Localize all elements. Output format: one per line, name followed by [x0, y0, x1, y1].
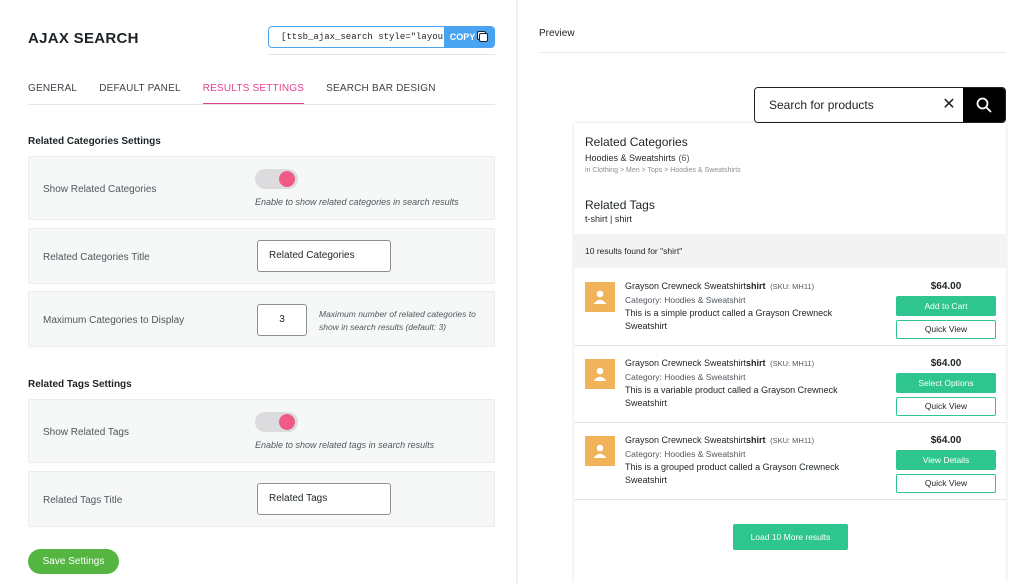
max-categories-label: Maximum Categories to Display — [43, 315, 185, 326]
quick-view-button[interactable]: Quick View — [896, 320, 996, 339]
related-tags-title-input[interactable]: Related Tags — [257, 483, 391, 515]
related-tags-heading: Related Tags Settings — [28, 379, 132, 390]
settings-tabs: GENERAL DEFAULT PANEL RESULTS SETTINGS S… — [28, 83, 458, 104]
related-categories-title-input[interactable]: Related Categories — [257, 240, 391, 272]
product-result[interactable]: Grayson Crewneck Sweatshirtshirt (SKU: M… — [574, 346, 1006, 423]
related-categories-heading: Related Categories Settings — [28, 136, 161, 147]
search-results-dropdown: Related Categories Hoodies & Sweatshirts… — [574, 123, 1006, 583]
quick-view-button[interactable]: Quick View — [896, 397, 996, 416]
product-price: $64.00 — [930, 358, 962, 369]
header-divider — [268, 54, 495, 55]
product-result[interactable]: Grayson Crewneck Sweatshirtshirt (SKU: M… — [574, 423, 1006, 500]
related-categories-title: Related Categories — [585, 135, 688, 149]
results-count: 10 results found for "shirt" — [574, 234, 1006, 268]
show-related-categories-label: Show Related Categories — [43, 184, 157, 195]
product-description: This is a variable product called a Gray… — [625, 385, 838, 408]
category-name: Hoodies & Sweatshirts — [585, 153, 676, 163]
load-more-button[interactable]: Load 10 More results — [733, 524, 848, 550]
show-related-categories-row: Show Related Categories Enable to show r… — [28, 156, 495, 220]
view-details-button[interactable]: View Details — [896, 450, 996, 470]
related-tags-title: Related Tags — [585, 198, 655, 212]
tab-search-bar-design[interactable]: SEARCH BAR DESIGN — [326, 83, 436, 104]
search-icon — [976, 97, 992, 113]
add-to-cart-button[interactable]: Add to Cart — [896, 296, 996, 316]
show-related-categories-toggle[interactable] — [255, 169, 298, 189]
tab-default-panel[interactable]: DEFAULT PANEL — [99, 83, 181, 104]
product-result[interactable]: Grayson Crewneck Sweatshirtshirt (SKU: M… — [574, 269, 1006, 346]
product-price: $64.00 — [930, 281, 962, 292]
max-categories-input[interactable]: 3 — [257, 304, 307, 336]
show-related-tags-label: Show Related Tags — [43, 427, 129, 438]
product-image — [585, 359, 615, 389]
preview-divider — [539, 52, 1006, 53]
user-placeholder-icon — [593, 290, 607, 304]
search-button[interactable] — [963, 88, 1005, 122]
page-title: AJAX SEARCH — [28, 30, 139, 47]
toggle-knob — [279, 414, 295, 430]
product-category: Category: Hoodies & Sweatshirt — [625, 449, 746, 459]
shortcode-field[interactable]: [ttsb_ajax_search style="layout1"] COPY — [268, 26, 495, 48]
user-placeholder-icon — [593, 444, 607, 458]
preview-label: Preview — [539, 28, 575, 39]
select-options-button[interactable]: Select Options — [896, 373, 996, 393]
tab-general[interactable]: GENERAL — [28, 83, 77, 104]
close-icon[interactable]: ✕ — [935, 88, 963, 122]
search-bar: Search for products ✕ — [754, 87, 1006, 123]
related-category-link[interactable]: Hoodies & Sweatshirts (6) — [585, 153, 690, 163]
search-input[interactable]: Search for products — [755, 88, 935, 122]
max-categories-row: Maximum Categories to Display 3 Maximum … — [28, 291, 495, 347]
show-related-tags-toggle[interactable] — [255, 412, 298, 432]
product-name[interactable]: Grayson Crewneck Sweatshirtshirt (SKU: M… — [625, 435, 814, 445]
product-name[interactable]: Grayson Crewneck Sweatshirtshirt (SKU: M… — [625, 358, 814, 368]
show-related-tags-hint: Enable to show related tags in search re… — [255, 440, 435, 450]
category-count: (6) — [678, 153, 690, 163]
product-category: Category: Hoodies & Sweatshirt — [625, 372, 746, 382]
copy-button[interactable]: COPY — [444, 27, 494, 47]
product-category: Category: Hoodies & Sweatshirt — [625, 295, 746, 305]
related-tags-list[interactable]: t-shirt | shirt — [585, 214, 632, 224]
show-related-tags-row: Show Related Tags Enable to show related… — [28, 399, 495, 463]
shortcode-text[interactable]: [ttsb_ajax_search style="layout1"] — [269, 27, 465, 47]
toggle-knob — [279, 171, 295, 187]
related-tags-title-label: Related Tags Title — [43, 495, 123, 506]
category-path: in Clothing > Men > Tops > Hoodies & Swe… — [585, 167, 741, 174]
copy-label: COPY — [449, 32, 476, 42]
related-categories-title-row: Related Categories Title Related Categor… — [28, 228, 495, 284]
copy-icon — [479, 32, 489, 42]
product-image — [585, 436, 615, 466]
save-settings-button[interactable]: Save Settings — [28, 549, 119, 574]
product-price: $64.00 — [930, 435, 962, 446]
show-related-categories-hint: Enable to show related categories in sea… — [255, 197, 459, 207]
product-description: This is a simple product called a Grayso… — [625, 308, 833, 331]
settings-panel: AJAX SEARCH [ttsb_ajax_search style="lay… — [0, 0, 516, 583]
product-image — [585, 282, 615, 312]
related-tags-title-row: Related Tags Title Related Tags — [28, 471, 495, 527]
related-categories-title-label: Related Categories Title — [43, 252, 150, 263]
product-name[interactable]: Grayson Crewneck Sweatshirtshirt (SKU: M… — [625, 281, 814, 291]
max-categories-hint: Maximum number of related categories to … — [319, 309, 476, 332]
tab-results-settings[interactable]: RESULTS SETTINGS — [202, 83, 305, 104]
user-placeholder-icon — [593, 367, 607, 381]
product-description: This is a grouped product called a Grays… — [625, 462, 840, 485]
quick-view-button[interactable]: Quick View — [896, 474, 996, 493]
tabs-divider — [28, 104, 495, 105]
preview-panel: Preview Search for products ✕ Related Ca… — [518, 0, 1024, 583]
